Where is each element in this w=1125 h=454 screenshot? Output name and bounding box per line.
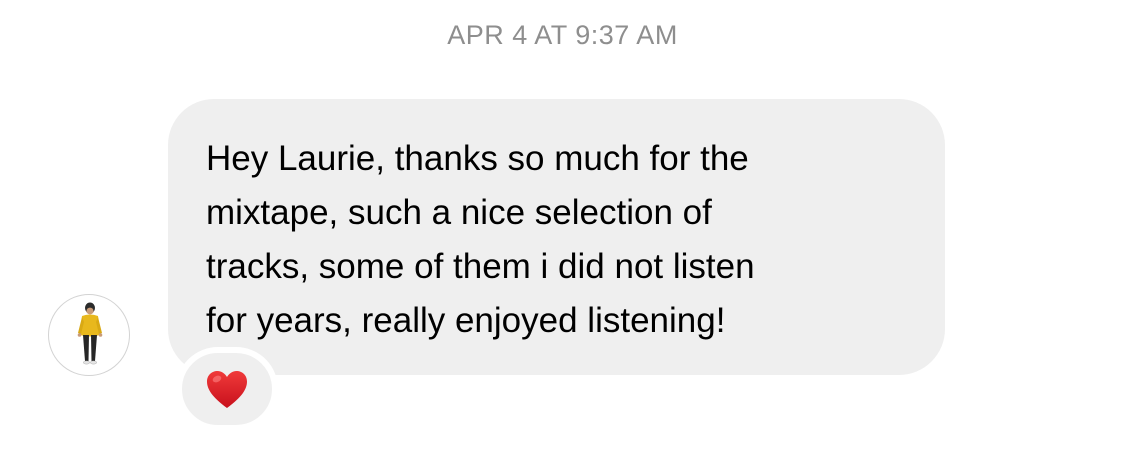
message-text: Hey Laurie, thanks so much for the mixta… [206, 139, 755, 340]
red-heart-icon [207, 371, 247, 408]
message-reaction[interactable] [176, 347, 278, 431]
person-in-yellow-jacket-avatar-icon [77, 302, 103, 365]
message-bubble[interactable]: Hey Laurie, thanks so much for the mixta… [168, 99, 945, 375]
sender-avatar[interactable] [48, 294, 130, 376]
incoming-message-row: Hey Laurie, thanks so much for the mixta… [0, 0, 1125, 454]
